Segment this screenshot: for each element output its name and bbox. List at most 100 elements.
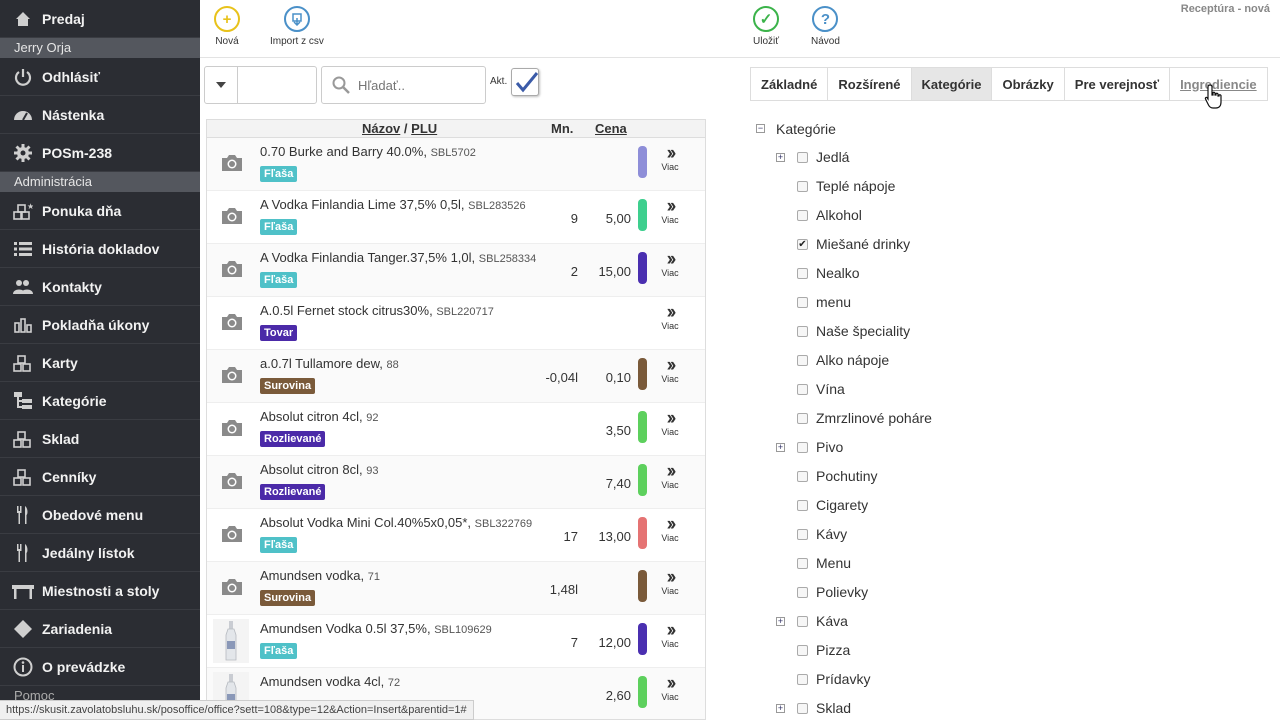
sidebar-item-karty[interactable]: Karty: [0, 344, 200, 382]
more-button[interactable]: ›› Viac: [658, 621, 682, 649]
category-checkbox[interactable]: [797, 529, 808, 540]
expand-icon[interactable]: +: [776, 617, 785, 626]
table-row[interactable]: Absolut citron 4cl, 92 Rozlievané 3,50 ›› Vi…: [207, 403, 705, 456]
category-checkbox[interactable]: [797, 210, 808, 221]
more-button[interactable]: ›› Viac: [658, 197, 682, 225]
search-box[interactable]: [321, 66, 486, 104]
category-checkbox[interactable]: [797, 471, 808, 482]
expand-icon[interactable]: +: [776, 443, 785, 452]
sidebar-item-cenn-ky[interactable]: Cenníky: [0, 458, 200, 496]
sidebar-item-ponuka-d-a[interactable]: ★ Ponuka dňa: [0, 192, 200, 230]
sidebar-item-zariadenia[interactable]: Zariadenia: [0, 610, 200, 648]
sidebar-item-predaj[interactable]: Predaj: [0, 0, 200, 38]
expand-icon[interactable]: +: [776, 704, 785, 713]
category-checkbox[interactable]: [797, 413, 808, 424]
category-checkbox[interactable]: [797, 268, 808, 279]
more-button[interactable]: ›› Viac: [658, 409, 682, 437]
table-row[interactable]: A.0.5l Fernet stock citrus30%, SBL220717…: [207, 297, 705, 350]
active-filter-checkbox[interactable]: [511, 68, 539, 96]
category-checkbox[interactable]: [797, 297, 808, 308]
category-item[interactable]: Alkohol: [750, 201, 1250, 230]
category-checkbox[interactable]: ✔: [797, 239, 808, 250]
table-row[interactable]: Absolut citron 8cl, 93 Rozlievané 7,40 ›› Vi…: [207, 456, 705, 509]
category-item[interactable]: Zmrzlinové poháre: [750, 404, 1250, 433]
category-item[interactable]: Nealko: [750, 259, 1250, 288]
import-csv-button[interactable]: Import z csv: [270, 6, 324, 47]
tab-z-kladn-[interactable]: Základné: [750, 67, 829, 101]
tree-root[interactable]: − Kategórie: [750, 114, 1250, 143]
category-item[interactable]: + Sklad: [750, 694, 1250, 720]
category-item[interactable]: Kávy: [750, 520, 1250, 549]
more-button[interactable]: ›› Viac: [658, 144, 682, 172]
sidebar-item-obedov-menu[interactable]: Obedové menu: [0, 496, 200, 534]
category-checkbox[interactable]: [797, 587, 808, 598]
save-button[interactable]: ✓ Uložiť: [753, 6, 779, 47]
category-checkbox[interactable]: [797, 355, 808, 366]
category-item[interactable]: Polievky: [750, 578, 1250, 607]
more-button[interactable]: ›› Viac: [658, 356, 682, 384]
more-button[interactable]: ›› Viac: [658, 568, 682, 596]
sidebar-item-hist-ria-dokladov[interactable]: História dokladov: [0, 230, 200, 268]
table-row[interactable]: Amundsen Vodka 0.5l 37,5%, SBL109629 Fľaš…: [207, 615, 705, 668]
sidebar-item-sklad[interactable]: Sklad: [0, 420, 200, 458]
category-item[interactable]: menu: [750, 288, 1250, 317]
sort-by-plu-link[interactable]: PLU: [411, 121, 437, 136]
more-button[interactable]: ›› Viac: [658, 303, 682, 331]
sidebar-item-jed-lny-l-stok[interactable]: Jedálny lístok: [0, 534, 200, 572]
collapse-icon[interactable]: −: [756, 124, 765, 133]
sort-by-name-link[interactable]: Názov: [362, 121, 400, 136]
sidebar-item-kontakty[interactable]: Kontakty: [0, 268, 200, 306]
category-item[interactable]: Teplé nápoje: [750, 172, 1250, 201]
category-checkbox[interactable]: [797, 384, 808, 395]
sidebar-item-miestnosti-a-stoly[interactable]: Miestnosti a stoly: [0, 572, 200, 610]
new-button[interactable]: + Nová: [214, 6, 240, 47]
sidebar-item-odhl-si-[interactable]: Odhlásiť: [0, 58, 200, 96]
sidebar-item-o-prev-dzke[interactable]: O prevádzke: [0, 648, 200, 686]
category-item[interactable]: ✔ Miešané drinky: [750, 230, 1250, 259]
category-item[interactable]: Menu: [750, 549, 1250, 578]
category-item[interactable]: + Jedlá: [750, 143, 1250, 172]
category-checkbox[interactable]: [797, 152, 808, 163]
category-item[interactable]: Prídavky: [750, 665, 1250, 694]
category-item[interactable]: Vína: [750, 375, 1250, 404]
search-input[interactable]: [358, 77, 468, 93]
category-checkbox[interactable]: [797, 181, 808, 192]
more-button[interactable]: ›› Viac: [658, 674, 682, 702]
category-checkbox[interactable]: [797, 558, 808, 569]
category-item[interactable]: Alko nápoje: [750, 346, 1250, 375]
table-row[interactable]: Absolut Vodka Mini Col.40%5x0,05*, SBL32…: [207, 509, 705, 562]
category-item[interactable]: Cigarety: [750, 491, 1250, 520]
category-item[interactable]: + Pivo: [750, 433, 1250, 462]
category-checkbox[interactable]: [797, 326, 808, 337]
sidebar-item-n-stenka[interactable]: Nástenka: [0, 96, 200, 134]
table-row[interactable]: a.0.7l Tullamore dew, 88 Surovina -0,04l 0,…: [207, 350, 705, 403]
tab-kateg-rie[interactable]: Kategórie: [910, 67, 993, 101]
sidebar-item-posm-238[interactable]: POSm-238: [0, 134, 200, 172]
category-item[interactable]: Pizza: [750, 636, 1250, 665]
tab-pre-verejnos-[interactable]: Pre verejnosť: [1063, 67, 1171, 101]
more-button[interactable]: ›› Viac: [658, 515, 682, 543]
tab-roz-ren-[interactable]: Rozšírené: [827, 67, 912, 101]
category-item[interactable]: + Káva: [750, 607, 1250, 636]
sort-by-price-link[interactable]: Cena: [595, 121, 627, 136]
table-row[interactable]: Amundsen vodka, 71 Surovina 1,48l ›› Viac: [207, 562, 705, 615]
category-checkbox[interactable]: [797, 500, 808, 511]
filter-dropdown-input[interactable]: [237, 66, 317, 104]
category-checkbox[interactable]: [797, 674, 808, 685]
category-checkbox[interactable]: [797, 616, 808, 627]
category-item[interactable]: Pochutiny: [750, 462, 1250, 491]
tab-obr-zky[interactable]: Obrázky: [991, 67, 1065, 101]
category-checkbox[interactable]: [797, 645, 808, 656]
sidebar-item-poklad-a-kony[interactable]: Pokladňa úkony: [0, 306, 200, 344]
table-row[interactable]: 0.70 Burke and Barry 40.0%, SBL5702 Fľaša…: [207, 138, 705, 191]
more-button[interactable]: ›› Viac: [658, 462, 682, 490]
table-row[interactable]: A Vodka Finlandia Tanger.37,5% 1,0l, SBL…: [207, 244, 705, 297]
help-button[interactable]: ? Návod: [811, 6, 840, 47]
filter-dropdown-button[interactable]: [204, 66, 238, 104]
sidebar-item-kateg-rie[interactable]: Kategórie: [0, 382, 200, 420]
category-checkbox[interactable]: [797, 703, 808, 714]
table-row[interactable]: A Vodka Finlandia Lime 37,5% 0,5l, SBL28…: [207, 191, 705, 244]
expand-icon[interactable]: +: [776, 153, 785, 162]
category-item[interactable]: Naše špeciality: [750, 317, 1250, 346]
category-checkbox[interactable]: [797, 442, 808, 453]
